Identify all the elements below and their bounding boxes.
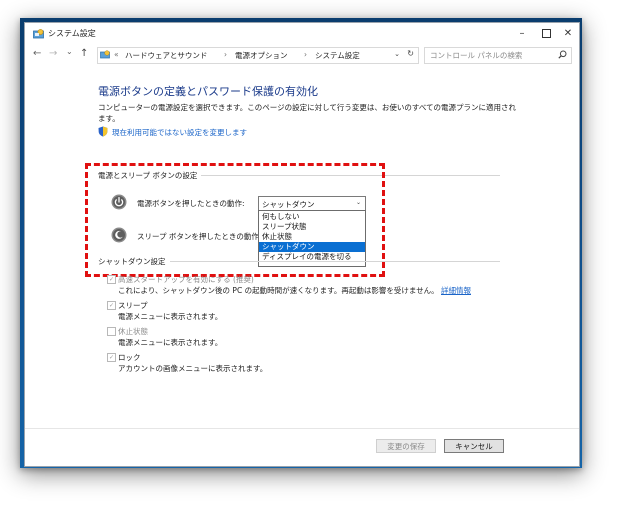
control-panel-icon [100,50,110,59]
search-placeholder: コントロール パネルの検索 [430,51,523,60]
recent-locations-button[interactable]: ⌄ [66,47,73,56]
control-panel-icon [33,29,44,39]
refresh-button[interactable]: ↻ [407,49,414,58]
fast-startup-description-text: これにより、シャットダウン後の PC の起動時間が速くなります。再起動は影響を受… [118,286,439,295]
lock-checkbox[interactable]: ✓ [107,353,116,362]
search-box[interactable]: コントロール パネルの検索 [424,47,572,64]
lock-label: ロック [118,353,141,362]
search-icon [558,50,567,59]
sleep-checkbox[interactable]: ✓ [107,301,116,310]
sleep-description: 電源メニューに表示されます。 [118,312,223,321]
main-content: 電源ボタンの定義とパスワード保護の有効化 コンピューターの電源設定を選択できます… [25,67,579,427]
change-unavailable-settings-text: 現在利用可能ではない設定を変更します [112,128,247,137]
breadcrumb-separator[interactable]: › [224,50,227,59]
breadcrumb-overflow[interactable]: « [114,50,119,59]
breadcrumb-hardware-and-sound[interactable]: ハードウェアとサウンド [125,50,207,61]
close-button[interactable]: ✕ [557,26,579,41]
hibernate-checkbox[interactable] [107,327,116,336]
breadcrumb-system-settings[interactable]: システム設定 [315,50,360,61]
hibernate-label: 休止状態 [118,327,148,336]
hibernate-description: 電源メニューに表示されます。 [118,338,223,347]
minimize-button[interactable]: – [511,26,533,41]
page-description: コンピューターの電源設定を選択できます。このページの設定に対して行う変更は、お使… [98,103,517,123]
page-title: 電源ボタンの定義とパスワード保護の有効化 [98,85,318,98]
save-changes-button[interactable]: 変更の保存 [376,439,436,453]
navigation-bar: ← → ⌄ ↑ « ハードウェアとサウンド › 電源オプション › システム設定… [25,45,579,65]
address-bar[interactable]: « ハードウェアとサウンド › 電源オプション › システム設定 ⌄ ↻ [97,47,419,64]
system-settings-window: システム設定 – ✕ ← → ⌄ ↑ « ハードウェアとサウンド › 電源オプシ… [24,22,580,467]
back-button[interactable]: ← [33,48,41,59]
footer-divider [25,428,579,429]
fast-startup-label: 高速スタートアップを有効にする (推奨) [118,275,254,284]
window-title: システム設定 [48,29,96,38]
breadcrumb-separator[interactable]: › [304,50,307,59]
more-info-link[interactable]: 詳細情報 [441,286,471,295]
up-button[interactable]: ↑ [80,48,88,59]
cancel-button[interactable]: キャンセル [444,439,504,453]
fast-startup-checkbox[interactable]: ✓ [107,275,116,284]
sleep-label: スリープ [118,301,148,310]
lock-description: アカウントの画像メニューに表示されます。 [118,364,268,373]
uac-shield-icon [98,126,108,137]
forward-button[interactable]: → [49,48,57,59]
maximize-button[interactable] [535,26,557,41]
address-dropdown-button[interactable]: ⌄ [394,50,400,58]
fast-startup-description: これにより、シャットダウン後の PC の起動時間が速くなります。再起動は影響を受… [118,285,471,296]
highlight-annotation-box [85,163,385,277]
maximize-icon [541,28,551,38]
title-bar: システム設定 – ✕ [25,23,579,45]
breadcrumb-power-options[interactable]: 電源オプション [235,50,288,61]
